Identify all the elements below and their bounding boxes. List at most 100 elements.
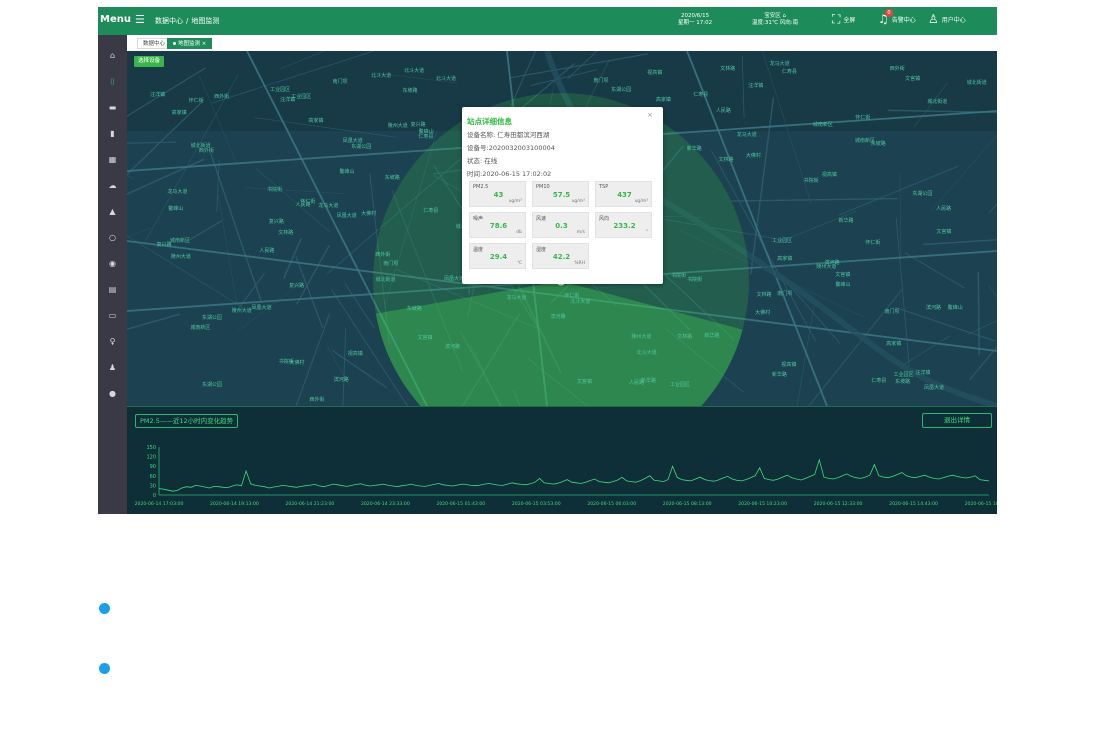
map-place-label: 仁寿县 xyxy=(781,69,797,76)
fullscreen-button[interactable]: ⛶ 全屏 xyxy=(832,13,855,25)
map-place-label: 视高镇 xyxy=(781,361,797,368)
globe-icon[interactable]: ● xyxy=(98,389,127,398)
calendar-icon[interactable]: ▦ xyxy=(98,155,127,164)
map-place-label: 汪洋镇 xyxy=(915,370,931,376)
map-place-label: 工业园区 xyxy=(772,238,793,245)
map-place-label: 东湖公园 xyxy=(611,87,632,94)
user-center-button[interactable]: ♙ 用户中心 xyxy=(928,13,966,25)
map-place-label: 文林路 xyxy=(278,229,294,236)
alert-icon[interactable]: ▲ xyxy=(98,207,127,216)
fullscreen-icon: ⛶ xyxy=(832,12,841,26)
map-place-label: 西外街 xyxy=(214,94,230,101)
y-tick-label: 150 xyxy=(146,445,156,451)
map-place-label: 城南新区 xyxy=(170,237,191,244)
person-icon[interactable]: ♀ xyxy=(98,337,127,346)
map-place-label: 文宫镇 xyxy=(936,229,952,235)
top-bar: Menu ☰ 数据中心 / 地图监测 2020/6/15 星期一 17:02 宝安区… xyxy=(98,7,997,35)
popup-title: 站点详细信息 xyxy=(467,117,512,126)
device-status: 状态: 在线 xyxy=(467,157,498,165)
map-place-label: 陵州大道 xyxy=(387,122,408,129)
x-tick-label: 2020-06-15 08:13:00 xyxy=(663,501,712,507)
bank-icon[interactable]: ⌷ xyxy=(98,77,127,87)
metric-value: 233.2 xyxy=(613,222,636,230)
map-place-label: 视高镇 xyxy=(647,69,663,76)
breadcrumb-parent[interactable]: 数据中心 xyxy=(155,17,183,25)
metric-name: 湿度 xyxy=(536,247,547,253)
map-place-label: 滨河路 xyxy=(333,376,349,383)
cloud-icon[interactable]: ☁ xyxy=(98,181,127,190)
map-place-label: 新华路 xyxy=(771,372,787,379)
map-place-label: 文宫镇 xyxy=(576,378,592,385)
map-place-label: 书院街 xyxy=(267,187,283,194)
map-place-label: 凤凰大道 xyxy=(923,385,944,392)
date-text: 2020/6/15 xyxy=(680,13,710,19)
map-place-label: 凤凰大道 xyxy=(251,305,272,312)
map-place-label: 汪洋镇 xyxy=(150,92,166,99)
select-device-button[interactable]: 选择设备 xyxy=(134,56,165,67)
map-place-label: 文宫镇 xyxy=(835,272,851,279)
map-place-label: 北斗大道 xyxy=(404,68,425,75)
map-place-label: 工业园区 xyxy=(270,86,291,93)
map-place-label: 城南新区 xyxy=(190,324,211,331)
map-place-label: 鳌峰山 xyxy=(168,205,184,212)
map-place-label: 新华路 xyxy=(641,378,657,385)
map-place-label: 文林路 xyxy=(756,292,772,299)
map-place-label: 高家镇 xyxy=(171,109,187,116)
map-place-label: 城北街道 xyxy=(966,79,987,86)
user-group-icon[interactable]: ♟ xyxy=(98,363,127,372)
map-place-label: 龙马大道 xyxy=(167,189,188,196)
map-place-label: 大佛村 xyxy=(755,310,771,316)
map-place-label: 人民路 xyxy=(295,201,311,208)
x-tick-label: 2020-06-15 03:53:00 xyxy=(512,501,561,507)
map-place-label: 工业园区 xyxy=(893,371,914,378)
map-place-label: 北斗大道 xyxy=(636,349,657,356)
x-tick-label: 2020-06-15 14:43:00 xyxy=(889,501,938,507)
home-icon[interactable]: ⌂ xyxy=(98,51,127,60)
map-place-label: 鳌峰山 xyxy=(835,282,851,289)
close-icon[interactable]: × xyxy=(647,111,653,119)
circle-icon[interactable]: ○ xyxy=(98,233,127,242)
metric-value: 42.2 xyxy=(552,253,571,261)
bar-chart-icon[interactable]: ▮ xyxy=(98,129,127,138)
map-place-label: 龙马大道 xyxy=(506,295,527,302)
close-icon[interactable]: × xyxy=(202,41,207,47)
weather-display: 宝安区 ⌂ 温度:31℃ 风向:南 xyxy=(752,13,798,27)
map-place-label: 人民路 xyxy=(715,108,731,115)
map-place-label: 城北街道 xyxy=(375,276,396,283)
map-place-label: 复兴路 xyxy=(410,122,426,129)
metric-value: 437 xyxy=(617,191,632,199)
map-place-label: 高家镇 xyxy=(308,118,324,125)
monitor-icon[interactable]: ▭ xyxy=(98,311,127,320)
device-number: 设备号:2020032003100004 xyxy=(467,144,555,152)
user-label: 用户中心 xyxy=(941,16,966,24)
map-place-label: 复兴路 xyxy=(268,219,284,226)
y-tick-label: 30 xyxy=(150,483,156,489)
map-place-label: 仁寿县 xyxy=(693,91,709,98)
map-place-label: 怀仁街 xyxy=(188,98,204,105)
map-place-label: 复兴路 xyxy=(289,282,305,289)
map-place-label: 陵州大道 xyxy=(631,334,652,341)
exit-details-button[interactable]: 退出详情 xyxy=(922,413,992,428)
target-icon[interactable]: ◉ xyxy=(98,259,127,268)
map-road xyxy=(977,272,981,356)
tab-map-monitor[interactable]: 地图监测 × xyxy=(167,38,213,49)
map-view[interactable]: 选择设备 仁寿县东湖公园新华路人民路城北街道滨河路凤凰大道文林路南门坝怀仁街鳌峰… xyxy=(127,51,997,406)
alarm-center-button[interactable]: ♫ 告警中心 xyxy=(878,13,916,25)
menu-label[interactable]: Menu xyxy=(100,14,131,25)
metric-card-wind-direction: 风向 233.2 ° xyxy=(595,212,652,238)
tab-data-center[interactable]: 数据中心 xyxy=(137,38,172,49)
hamburger-icon[interactable]: ☰ xyxy=(135,13,145,26)
x-tick-label: 2020-06-14 21:23:00 xyxy=(286,501,335,507)
metric-card-noise: 噪声 78.6 db xyxy=(469,212,526,238)
map-place-label: 高家镇 xyxy=(886,341,902,348)
document-icon[interactable]: ▤ xyxy=(98,285,127,294)
map-place-label: 滨河路 xyxy=(445,343,461,350)
map-place-label: 城北街道 xyxy=(927,99,948,106)
bullet-dot-icon xyxy=(99,663,110,674)
x-tick-label: 2020-06-14 23:33:00 xyxy=(361,501,410,507)
map-place-label: 东坡路 xyxy=(895,379,911,386)
vehicle-icon[interactable]: ▬ xyxy=(98,103,127,112)
map-place-label: 工业园区 xyxy=(670,382,691,389)
fullscreen-label: 全屏 xyxy=(843,16,856,24)
map-place-label: 西外街 xyxy=(375,251,391,258)
